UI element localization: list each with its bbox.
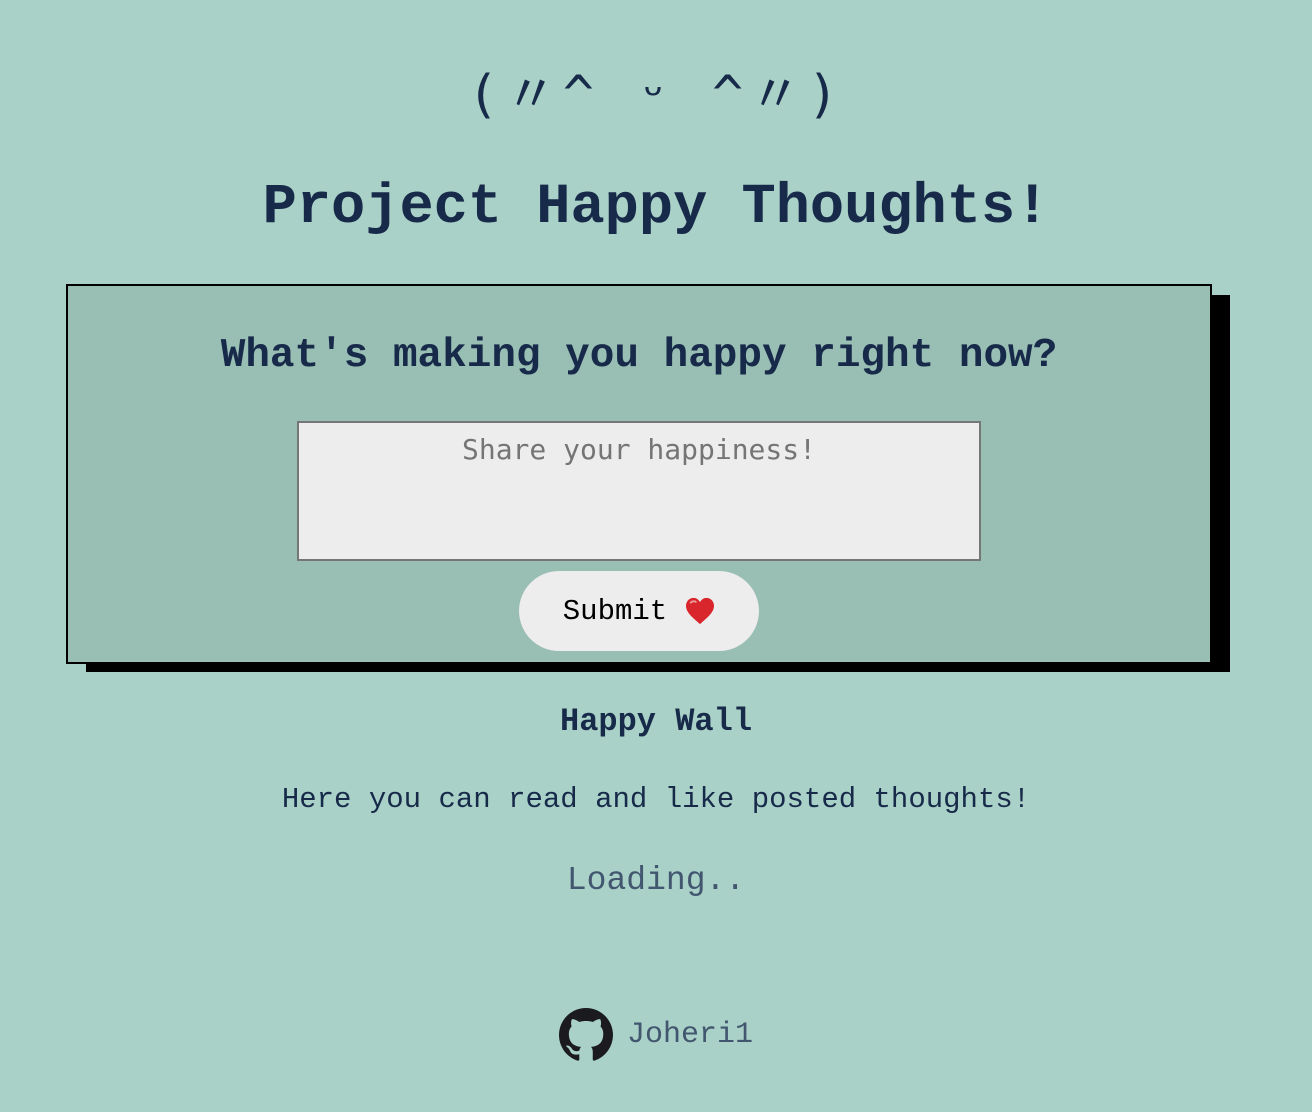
submit-button-label: Submit: [562, 594, 668, 628]
header-emoticon: (〃^ ᵕ ^〃): [467, 65, 845, 125]
thought-form-card: What's making you happy right now? Submi…: [66, 284, 1212, 664]
wall-title: Happy Wall: [559, 703, 753, 740]
github-profile-link[interactable]: Joheri1: [0, 1005, 1312, 1065]
heart-icon: [685, 597, 715, 625]
page-title: Project Happy Thoughts!: [262, 176, 1050, 240]
form-question: What's making you happy right now?: [220, 333, 1058, 379]
github-icon: [558, 1008, 613, 1061]
wall-description: Here you can read and like posted though…: [281, 783, 1031, 816]
github-username: Joheri1: [626, 1018, 754, 1052]
page: (〃^ ᵕ ^〃) Project Happy Thoughts! What's…: [0, 0, 1312, 1112]
submit-button[interactable]: Submit: [519, 571, 759, 651]
thought-form-inner: What's making you happy right now? Submi…: [68, 286, 1210, 662]
thought-input[interactable]: [297, 421, 981, 561]
loading-indicator: Loading..: [566, 862, 746, 899]
